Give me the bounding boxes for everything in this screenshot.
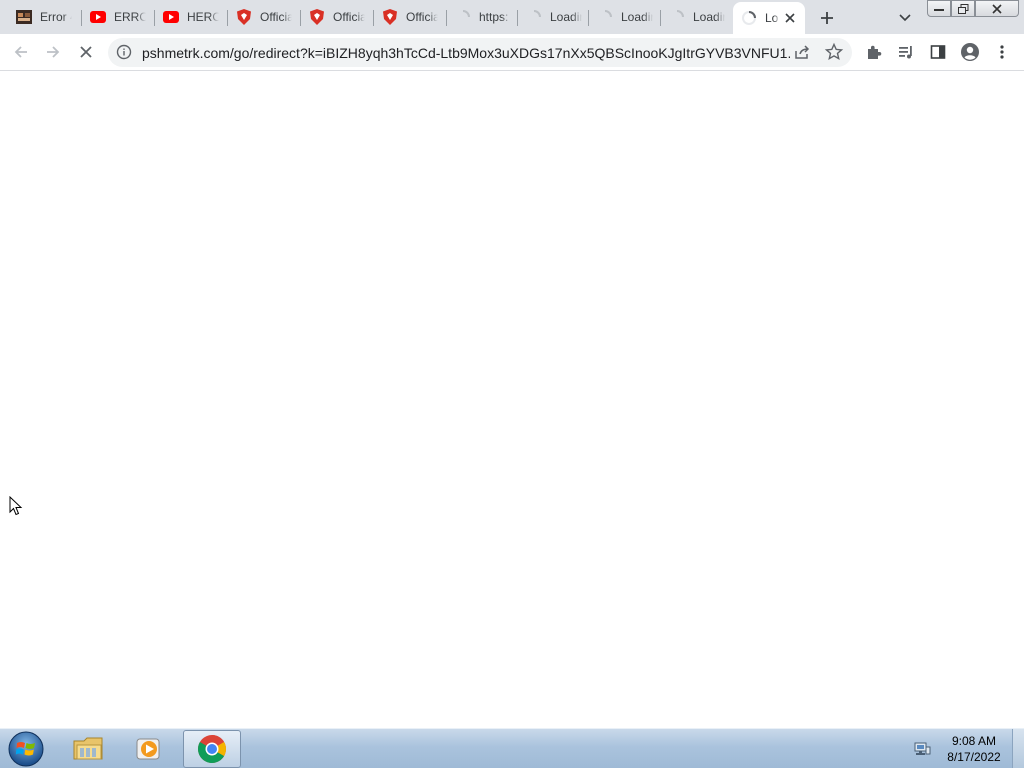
loading-icon xyxy=(597,9,613,25)
restore-button[interactable] xyxy=(951,0,975,17)
tab-strip: Error 4 ERROR HERO Officia Officia xyxy=(0,0,1024,34)
media-player-icon xyxy=(136,738,160,760)
tab-title: https: xyxy=(479,10,509,24)
tab-7[interactable]: https: xyxy=(447,4,518,30)
tab-3[interactable]: HERO xyxy=(155,4,228,30)
tab-title: ERROR xyxy=(114,10,146,24)
tab-title: Loadir xyxy=(550,10,582,24)
windows-orb-icon xyxy=(8,731,44,767)
taskbar-chrome[interactable] xyxy=(183,730,241,768)
plus-icon xyxy=(821,12,833,24)
puzzle-icon xyxy=(868,45,882,59)
youtube-icon xyxy=(90,9,106,25)
tab-5[interactable]: Officia xyxy=(301,4,374,30)
arrow-right-icon xyxy=(47,46,60,58)
page-content xyxy=(0,71,1024,728)
tab-title: Officia xyxy=(260,10,292,24)
tab-title: Officia xyxy=(333,10,365,24)
side-panel-icon xyxy=(930,45,946,59)
clock-time: 9:08 AM xyxy=(951,734,997,748)
clock-date: 8/17/2022 xyxy=(947,750,1001,764)
chrome-icon xyxy=(198,735,226,763)
minimize-button[interactable] xyxy=(927,0,951,17)
tab-title: Officia xyxy=(406,10,438,24)
tab-title: HERO xyxy=(187,10,219,24)
loading-icon xyxy=(741,10,757,26)
folder-icon xyxy=(73,737,103,760)
close-tab-icon[interactable] xyxy=(783,11,797,25)
new-tab-button[interactable] xyxy=(817,8,837,28)
tab-search-button[interactable] xyxy=(895,8,915,28)
tab-8[interactable]: Loadir xyxy=(518,4,589,30)
loading-icon xyxy=(455,9,471,25)
shield-icon xyxy=(236,9,252,25)
tab-10[interactable]: Loadir xyxy=(661,4,733,30)
tab-2[interactable]: ERROR xyxy=(82,4,155,30)
close-icon xyxy=(992,3,1002,14)
shield-icon xyxy=(382,9,398,25)
playlist-icon xyxy=(899,46,912,59)
tab-4[interactable]: Officia xyxy=(228,4,301,30)
tab-title: Error 4 xyxy=(40,10,72,24)
media-control-button[interactable] xyxy=(894,40,918,64)
loading-icon xyxy=(526,9,542,25)
mouse-cursor-icon xyxy=(9,496,23,516)
page-favicon-icon xyxy=(16,9,32,25)
taskbar-media-player[interactable] xyxy=(120,730,178,768)
windows-taskbar: 9:08 AM 8/17/2022 xyxy=(0,728,1024,768)
forward-button[interactable] xyxy=(41,40,65,64)
youtube-icon xyxy=(163,9,179,25)
arrow-left-icon xyxy=(14,46,27,58)
minimize-icon xyxy=(934,8,944,11)
url-text[interactable]: pshmetrk.com/go/redirect?k=iBIZH8yqh3hTc… xyxy=(142,45,790,61)
tab-6[interactable]: Officia xyxy=(374,4,447,30)
extensions-button[interactable] xyxy=(862,40,886,64)
shield-icon xyxy=(309,9,325,25)
close-window-button[interactable] xyxy=(975,0,1019,17)
taskbar-file-explorer[interactable] xyxy=(60,730,118,768)
loading-icon xyxy=(669,9,685,25)
system-clock[interactable]: 9:08 AM 8/17/2022 xyxy=(938,733,1010,765)
side-panel-button[interactable] xyxy=(926,40,950,64)
show-desktop-button[interactable] xyxy=(1012,729,1024,768)
tab-11-active[interactable]: Lo xyxy=(733,2,805,34)
start-button[interactable] xyxy=(7,730,45,768)
address-bar[interactable]: pshmetrk.com/go/redirect?k=iBIZH8yqh3hTc… xyxy=(108,38,852,67)
network-icon[interactable] xyxy=(913,741,931,757)
stop-loading-button[interactable] xyxy=(74,40,98,64)
bookmark-star-icon[interactable] xyxy=(824,42,844,62)
avatar-icon xyxy=(961,43,979,61)
tab-title: Loadir xyxy=(621,10,653,24)
profile-button[interactable] xyxy=(958,40,982,64)
tab-9[interactable]: Loadir xyxy=(589,4,661,30)
chevron-down-icon xyxy=(899,14,911,22)
share-icon[interactable] xyxy=(792,42,812,62)
restore-icon xyxy=(957,3,968,14)
browser-toolbar: pshmetrk.com/go/redirect?k=iBIZH8yqh3hTc… xyxy=(0,34,1024,71)
close-icon xyxy=(80,46,92,58)
back-button[interactable] xyxy=(9,40,33,64)
tab-title: Lo xyxy=(765,11,779,25)
chrome-menu-button[interactable] xyxy=(990,40,1014,64)
info-icon[interactable] xyxy=(116,44,132,60)
tab-1[interactable]: Error 4 xyxy=(8,4,82,30)
more-vertical-icon xyxy=(1000,45,1004,59)
tab-title: Loadir xyxy=(693,10,725,24)
